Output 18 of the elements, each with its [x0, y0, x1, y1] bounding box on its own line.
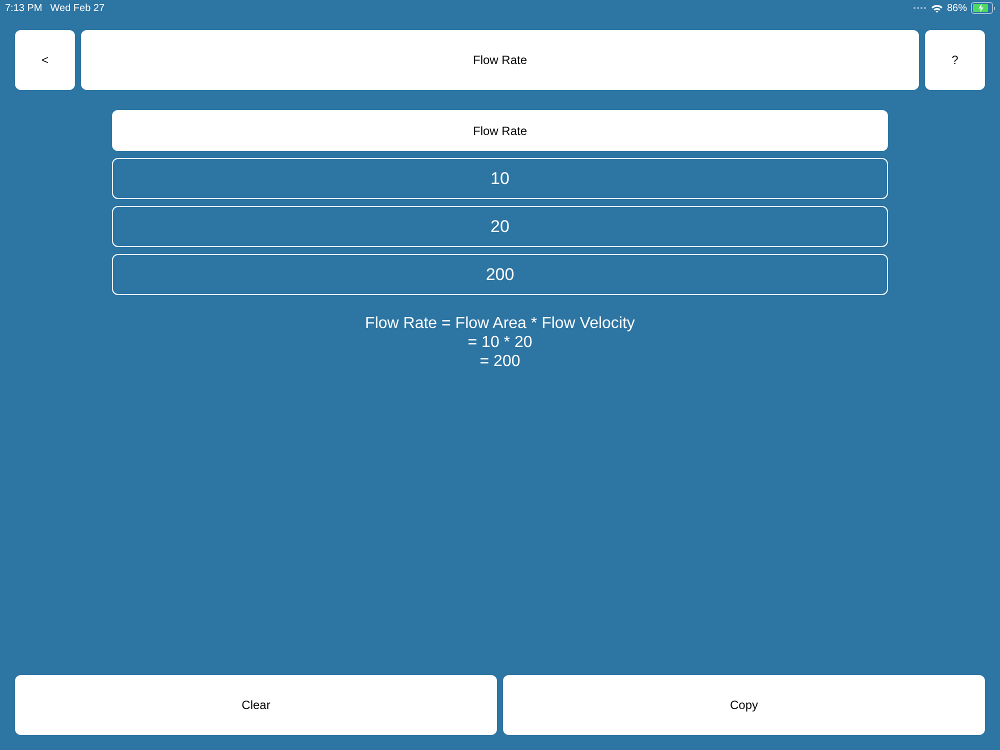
- result-line: = 200: [480, 352, 520, 371]
- page-title: Flow Rate: [81, 30, 919, 90]
- help-button[interactable]: ?: [925, 30, 985, 90]
- battery-icon: [971, 2, 993, 14]
- number-input-field[interactable]: 10: [112, 158, 888, 199]
- wifi-icon: [930, 4, 943, 12]
- action-button[interactable]: Copy: [503, 675, 985, 735]
- status-date: Wed Feb 27: [50, 2, 105, 14]
- number-input-field[interactable]: 200: [112, 254, 888, 295]
- battery-percentage: 86%: [946, 2, 967, 14]
- back-button[interactable]: <: [15, 30, 75, 90]
- cellular-signal-icon: [912, 6, 927, 10]
- result-line: = 10 * 20: [468, 333, 532, 352]
- number-input-field[interactable]: 20: [112, 206, 888, 247]
- calculator-heading: Flow Rate: [112, 110, 888, 151]
- status-time: 7:13 PM: [5, 2, 42, 14]
- action-button[interactable]: Clear: [15, 675, 497, 735]
- result-line: Flow Rate = Flow Area * Flow Velocity: [365, 314, 635, 333]
